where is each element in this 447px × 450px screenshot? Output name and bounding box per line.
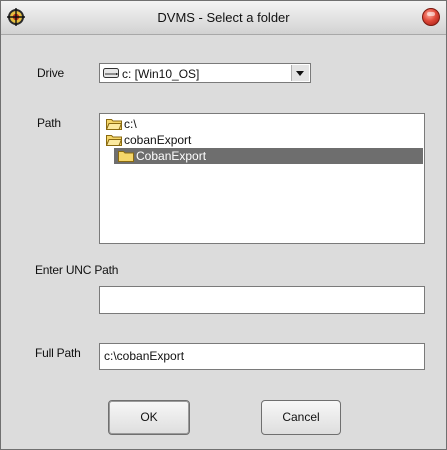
full-path-value: c:\cobanExport [104,349,185,363]
folder-icon [118,151,134,162]
drive-icon [103,68,119,78]
close-button[interactable] [422,8,440,26]
tree-item-cobanexport[interactable]: cobanExport [102,132,222,148]
tree-item-label: c:\ [124,117,137,131]
unc-path-input[interactable] [99,286,425,314]
full-path-label: Full Path [35,346,81,360]
folder-tree[interactable]: c:\ cobanExport CobanExport [99,113,425,244]
window-title: DVMS - Select a folder [157,10,290,25]
tree-item-cobanexport-selected[interactable]: CobanExport [114,148,423,164]
ok-button[interactable]: OK [108,400,190,435]
drive-selected-value: c: [Win10_OS] [122,67,200,81]
open-folder-icon [106,135,122,146]
title-bar[interactable]: DVMS - Select a folder [1,1,446,35]
tree-item-label: cobanExport [124,133,192,147]
open-folder-icon [106,119,122,130]
select-folder-dialog: DVMS - Select a folder Drive c: [Win10_O… [0,0,447,450]
unc-path-label: Enter UNC Path [35,263,119,277]
drive-label: Drive [37,66,65,80]
path-label: Path [37,116,61,130]
full-path-input[interactable]: c:\cobanExport [99,343,425,370]
tree-item-label: CobanExport [136,149,207,163]
cancel-button[interactable]: Cancel [261,400,341,435]
dropdown-arrow-icon[interactable] [291,65,309,81]
tree-item-root[interactable]: c:\ [102,116,222,132]
drive-dropdown[interactable]: c: [Win10_OS] [99,63,311,83]
